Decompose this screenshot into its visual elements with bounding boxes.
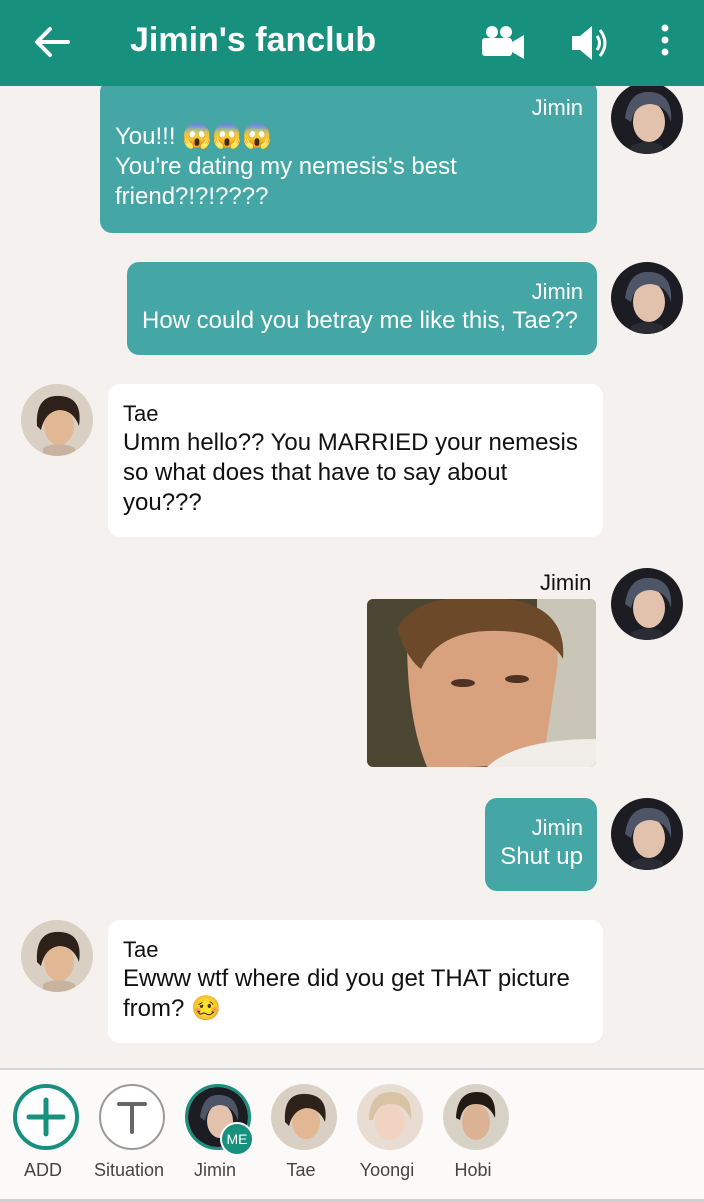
cast-bar: ADD Situation ME Jimin Tae Yoongi Hobi	[0, 1068, 704, 1202]
cast-label: Jimin	[193, 1160, 236, 1180]
message-bubble-jimin[interactable]: Jimin How could you betray me like this,…	[127, 262, 597, 355]
cast-hobi[interactable]	[443, 1084, 509, 1150]
sender-name: Jimin	[531, 815, 583, 840]
message-bubble-tae[interactable]: Tae Umm hello?? You MARRIED your nemesis…	[108, 384, 603, 537]
top-bar: Jimin's fanclub	[0, 0, 704, 86]
cast-label: Yoongi	[359, 1160, 415, 1180]
message-line: from? 🥴	[123, 995, 221, 1022]
message-line: so what does that have to say about	[123, 459, 508, 486]
t-icon	[117, 1102, 147, 1134]
message-line: friend?!?!????	[115, 183, 269, 210]
message-bubble-jimin[interactable]: Jimin You!!! 😱😱😱 You're dating my nemesi…	[100, 86, 597, 233]
sender-name: Jimin	[531, 95, 583, 120]
message-line: you???	[123, 489, 202, 516]
more-options-icon[interactable]	[642, 20, 688, 66]
message-line: You!!! 😱😱😱	[115, 123, 272, 150]
cast-yoongi[interactable]	[357, 1084, 423, 1150]
avatar-jimin[interactable]	[611, 798, 683, 870]
sender-name: Jimin	[540, 570, 592, 595]
avatar-tae[interactable]	[21, 384, 93, 456]
photo-message[interactable]	[367, 599, 596, 767]
avatar-hobi	[443, 1084, 509, 1150]
message-bubble-tae[interactable]: Tae Ewww wtf where did you get THAT pict…	[108, 920, 603, 1043]
chat-area[interactable]: Jimin You!!! 😱😱😱 You're dating my nemesi…	[0, 86, 704, 1068]
message-line: Shut up	[500, 843, 583, 870]
add-button[interactable]	[13, 1084, 79, 1150]
avatar-yoongi	[357, 1084, 423, 1150]
avatar-tae	[271, 1084, 337, 1150]
sender-name: Tae	[123, 401, 159, 426]
chat-title: Jimin's fanclub	[130, 21, 377, 59]
cast-label: Hobi	[454, 1160, 492, 1180]
speaker-icon[interactable]	[568, 20, 614, 66]
message-line: You're dating my nemesis's best	[115, 153, 457, 180]
back-arrow-icon[interactable]	[30, 20, 74, 64]
avatar-jimin[interactable]	[611, 262, 683, 334]
avatar-jimin[interactable]	[611, 568, 683, 640]
message-line: How could you betray me like this, Tae??	[142, 307, 578, 334]
avatar-tae[interactable]	[21, 920, 93, 992]
message-bubble-jimin[interactable]: Jimin Shut up	[485, 798, 597, 891]
message-line: Ewww wtf where did you get THAT picture	[123, 965, 570, 992]
situation-button[interactable]	[99, 1084, 165, 1150]
avatar-jimin[interactable]	[611, 86, 683, 154]
plus-icon	[26, 1097, 66, 1137]
sender-name: Tae	[123, 937, 159, 962]
me-badge: ME	[220, 1122, 254, 1156]
sender-name: Jimin	[531, 279, 583, 304]
cast-label: Situation	[93, 1160, 165, 1180]
message-line: Umm hello?? You MARRIED your nemesis	[123, 429, 578, 456]
cast-tae[interactable]	[271, 1084, 337, 1150]
cast-label: Tae	[286, 1160, 316, 1180]
video-camera-icon[interactable]	[480, 20, 526, 66]
